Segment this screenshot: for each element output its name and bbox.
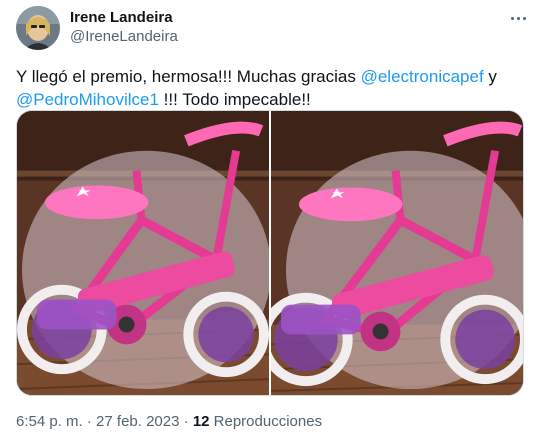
avatar-image bbox=[16, 6, 60, 50]
meta-separator: · bbox=[82, 413, 97, 430]
views-count: 12 bbox=[192, 413, 210, 430]
mention-link[interactable]: @PedroMihovilce1 bbox=[16, 90, 159, 109]
tweet-meta: 6:54 p. m. · 27 feb. 2023 · 12 Reproducc… bbox=[16, 413, 322, 430]
avatar[interactable] bbox=[16, 6, 60, 50]
tweet-date[interactable]: 27 feb. 2023 bbox=[96, 413, 179, 430]
views-label: Reproducciones bbox=[209, 413, 323, 430]
tweet-text-segment: y bbox=[483, 67, 497, 86]
photo-1[interactable] bbox=[17, 111, 269, 395]
bicycle-photo-image bbox=[271, 111, 523, 395]
display-name[interactable]: Irene Landeira bbox=[70, 9, 173, 26]
media-grid bbox=[16, 110, 524, 396]
mention-link[interactable]: @electronicapef bbox=[361, 67, 484, 86]
bicycle-photo-image bbox=[17, 111, 269, 395]
user-handle[interactable]: @IreneLandeira bbox=[70, 28, 178, 45]
tweet: Irene Landeira @IreneLandeira Y llegó el… bbox=[0, 0, 540, 440]
photo-2[interactable] bbox=[271, 111, 523, 395]
tweet-text-segment: Y llegó el premio, hermosa!!! Muchas gra… bbox=[16, 67, 361, 86]
tweet-text-segment: !!! Todo impecable!! bbox=[158, 90, 311, 109]
tweet-time[interactable]: 6:54 p. m. bbox=[16, 413, 83, 430]
more-options-icon[interactable] bbox=[506, 6, 530, 30]
meta-separator: · bbox=[179, 413, 193, 430]
tweet-text: Y llegó el premio, hermosa!!! Muchas gra… bbox=[16, 65, 526, 111]
